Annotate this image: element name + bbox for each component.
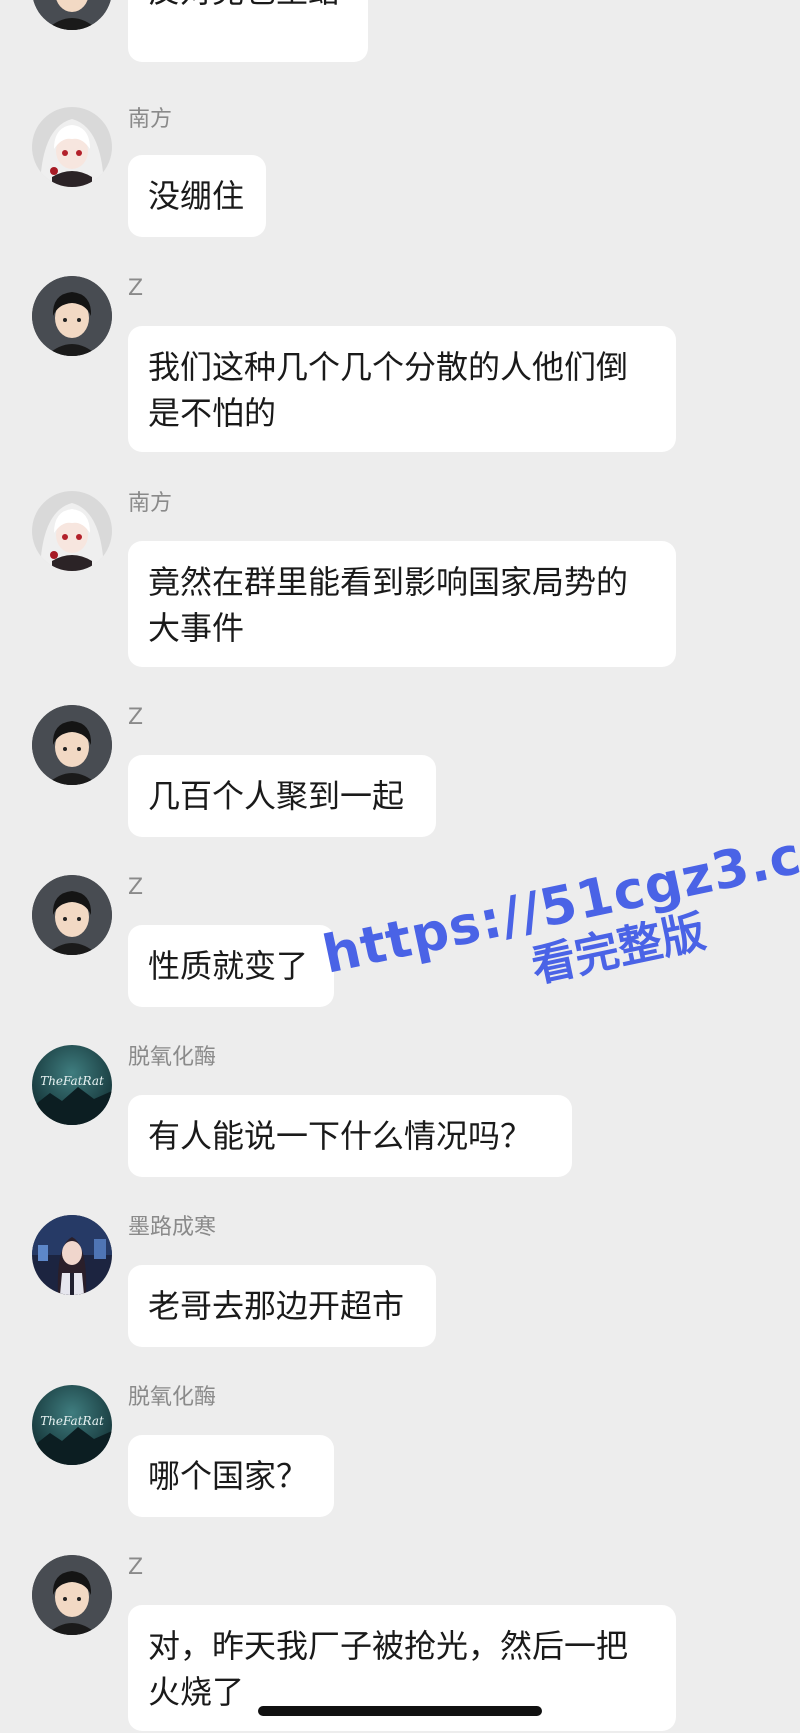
avatar-boy-icon[interactable]	[32, 0, 112, 30]
home-indicator[interactable]	[258, 1706, 542, 1716]
message-bubble[interactable]: 反对党也坐蜡	[128, 0, 368, 62]
avatar-boy-icon[interactable]	[32, 276, 112, 356]
sender-name: 南方	[128, 107, 173, 132]
message-bubble[interactable]: 我们这种几个几个分散的人他们倒是不怕的	[128, 326, 676, 452]
avatar-boy-icon[interactable]	[32, 1555, 112, 1635]
sender-name: 南方	[128, 491, 173, 516]
message-bubble[interactable]: 没绷住	[128, 155, 266, 237]
svg-text:TheFatRat: TheFatRat	[40, 1074, 104, 1088]
message-bubble[interactable]: 哪个国家？	[128, 1435, 334, 1517]
avatar-white-hair-girl-icon[interactable]	[32, 491, 112, 571]
sender-name: Z	[128, 705, 144, 730]
sender-name: Z	[128, 276, 144, 301]
sender-name: 墨路成寒	[128, 1215, 217, 1240]
sender-name: 脱氧化酶	[128, 1045, 217, 1070]
sender-name: Z	[128, 875, 144, 900]
avatar-the-fat-rat-logo-icon[interactable]: TheFatRat	[32, 1045, 112, 1125]
avatar-anime-girl-night-icon[interactable]	[32, 1215, 112, 1295]
message-bubble[interactable]: 几百个人聚到一起	[128, 755, 436, 837]
message-bubble[interactable]: 竟然在群里能看到影响国家局势的大事件	[128, 541, 676, 667]
avatar-white-hair-girl-icon[interactable]	[32, 107, 112, 187]
chat-message-list[interactable]: 反对党也坐蜡 南方 没绷住	[0, 0, 800, 1733]
avatar-boy-icon[interactable]	[32, 875, 112, 955]
avatar-the-fat-rat-logo-icon[interactable]: TheFatRat	[32, 1385, 112, 1465]
message-bubble[interactable]: 有人能说一下什么情况吗？	[128, 1095, 572, 1177]
sender-name: 脱氧化酶	[128, 1385, 217, 1410]
svg-text:TheFatRat: TheFatRat	[40, 1414, 104, 1428]
message-bubble[interactable]: 性质就变了	[128, 925, 334, 1007]
avatar-boy-icon[interactable]	[32, 705, 112, 785]
sender-name: Z	[128, 1555, 144, 1580]
message-bubble[interactable]: 老哥去那边开超市	[128, 1265, 436, 1347]
